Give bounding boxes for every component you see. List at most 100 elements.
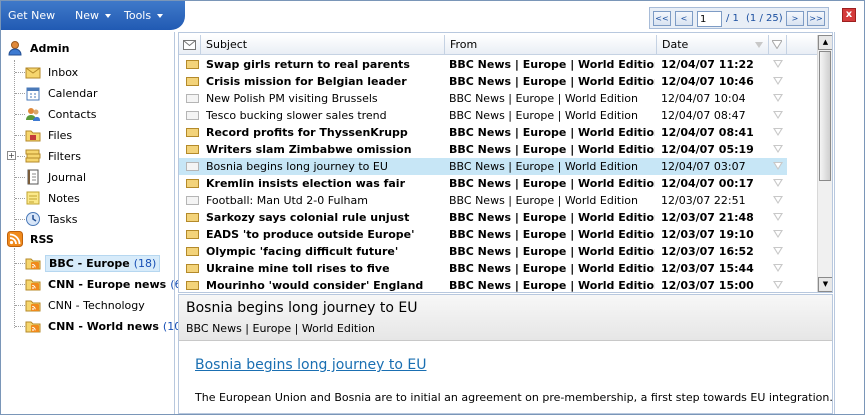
sidebar-item-label: Filters [48,149,81,163]
table-row[interactable]: Writers slam Zimbabwe omission BBC News |… [179,141,787,158]
row-subject: Olympic 'facing difficult future' [206,245,399,258]
sidebar-item-tasks[interactable]: Tasks [15,209,80,229]
table-row[interactable]: Mourinho 'would consider' England BBC New… [179,277,787,292]
column-header-flag[interactable] [769,35,787,54]
page-number-input[interactable] [697,11,722,27]
row-subject: Swap girls return to real parents [206,58,410,71]
date-column-label: Date [662,38,689,51]
expand-icon[interactable]: + [7,151,16,160]
table-row[interactable]: Kremlin insists election was fair BBC New… [179,175,787,192]
table-row[interactable]: EADS 'to produce outside Europe' BBC News… [179,226,787,243]
notes-icon [25,190,41,206]
sidebar-item-notes[interactable]: Notes [15,188,83,208]
flag-icon[interactable] [773,60,783,68]
tree-connector [15,93,25,94]
table-row[interactable]: Swap girls return to real parents BBC New… [179,56,787,73]
tree-connector [15,114,25,115]
feed-item-cnn-technology[interactable]: CNN - Technology [15,295,148,315]
flag-icon[interactable] [773,111,783,119]
page-count-text: / 1 [726,13,739,24]
feed-item-cnn-world-news[interactable]: CNN - World news (10) [15,316,189,336]
previous-page-button[interactable]: < [675,11,693,26]
feed-item-cnn-europe-news[interactable]: CNN - Europe news(6) [15,274,189,294]
flag-icon[interactable] [773,264,783,272]
scroll-down-icon[interactable]: ▼ [818,277,832,292]
row-from: BBC News | Europe | World Edition [449,58,655,71]
preview-subject: Bosnia begins long journey to EU [186,300,418,316]
row-subject: Bosnia begins long journey to EU [206,160,388,173]
row-date: 12/03/07 22:51 [661,194,746,207]
sidebar-item-filters[interactable]: + Filters [7,146,84,166]
row-subject: Crisis mission for Belgian leader [206,75,407,88]
flag-icon[interactable] [773,247,783,255]
flag-icon[interactable] [773,281,783,289]
feed-name: CNN - World news [48,319,159,333]
rss-root[interactable]: RSS [7,229,57,249]
sort-descending-icon [755,42,763,48]
column-header-date[interactable]: Date [657,35,769,54]
contacts-icon [25,106,41,122]
row-date: 12/03/07 19:10 [661,228,754,241]
flag-icon[interactable] [773,179,783,187]
mail-app-window: Get New New Tools << < / 1 (1 / 25) > >>… [0,0,865,415]
unread-envelope-icon [186,264,199,273]
article-summary: The European Union and Bosnia are to ini… [195,391,833,404]
next-page-button[interactable]: > [786,11,804,26]
table-row[interactable]: Tesco bucking slower sales trend BBC News… [179,107,787,124]
scrollbar-thumb[interactable] [819,51,831,181]
column-header-status[interactable] [179,35,201,54]
last-page-button[interactable]: >> [807,11,825,26]
table-row[interactable]: Football: Man Utd 2-0 Fulham BBC News | E… [179,192,787,209]
table-row[interactable]: Bosnia begins long journey to EU BBC News… [179,158,787,175]
scroll-up-icon[interactable]: ▲ [818,35,832,50]
close-icon[interactable]: x [842,8,856,22]
sidebar-item-contacts[interactable]: Contacts [15,104,100,124]
flag-icon[interactable] [773,162,783,170]
journal-icon [25,169,41,185]
sidebar-item-files[interactable]: Files [15,125,75,145]
row-subject: Mourinho 'would consider' England [206,279,424,292]
item-range-text: (1 / 25) [746,13,783,24]
flag-icon[interactable] [773,128,783,136]
flag-icon[interactable] [773,94,783,102]
flag-icon[interactable] [773,77,783,85]
row-from: BBC News | Europe | World Edition [449,177,655,190]
sidebar-item-label: Files [48,128,73,142]
feed-label: CNN - Technology [45,298,148,313]
message-list-scrollbar[interactable]: ▲ ▼ [817,35,832,292]
new-menu-button[interactable]: New [75,9,99,22]
sidebar-item-calendar[interactable]: Calendar [15,83,100,103]
message-list: Subject From Date Swap girls return to r… [178,32,833,293]
flag-icon[interactable] [773,196,783,204]
table-row[interactable]: Sarkozy says colonial rule unjust BBC New… [179,209,787,226]
sidebar-item-label: Journal [48,170,87,184]
sidebar-item-inbox[interactable]: Inbox [15,62,81,82]
tree-connector [15,305,25,306]
rss-feed-icon [25,255,41,271]
table-row[interactable]: Record profits for ThyssenKrupp BBC News … [179,124,787,141]
flag-icon[interactable] [773,230,783,238]
table-row[interactable]: Ukraine mine toll rises to five BBC News … [179,260,787,277]
read-envelope-icon [186,196,199,205]
get-new-button[interactable]: Get New [8,9,55,22]
column-header-from[interactable]: From [445,35,657,54]
table-row[interactable]: Crisis mission for Belgian leader BBC New… [179,73,787,90]
article-title-link[interactable]: Bosnia begins long journey to EU [195,357,426,373]
table-row[interactable]: Olympic 'facing difficult future' BBC New… [179,243,787,260]
table-row[interactable]: New Polish PM visiting Brussels BBC News … [179,90,787,107]
tree-connector [15,284,25,285]
row-date: 12/04/07 03:07 [661,160,746,173]
flag-icon[interactable] [773,145,783,153]
row-date: 12/04/07 08:41 [661,126,754,139]
first-page-button[interactable]: << [653,11,671,26]
account-admin[interactable]: Admin [7,38,72,58]
unread-count: (18) [133,256,157,270]
row-from: BBC News | Europe | World Edition [449,109,638,122]
tools-menu-button[interactable]: Tools [124,9,151,22]
column-header-subject[interactable]: Subject [201,35,445,54]
sidebar-item-journal[interactable]: Journal [15,167,89,187]
unread-envelope-icon [186,60,199,69]
feed-item-bbc-europe[interactable]: BBC - Europe (18) [15,253,161,273]
flag-icon[interactable] [773,213,783,221]
filters-icon [25,148,41,164]
